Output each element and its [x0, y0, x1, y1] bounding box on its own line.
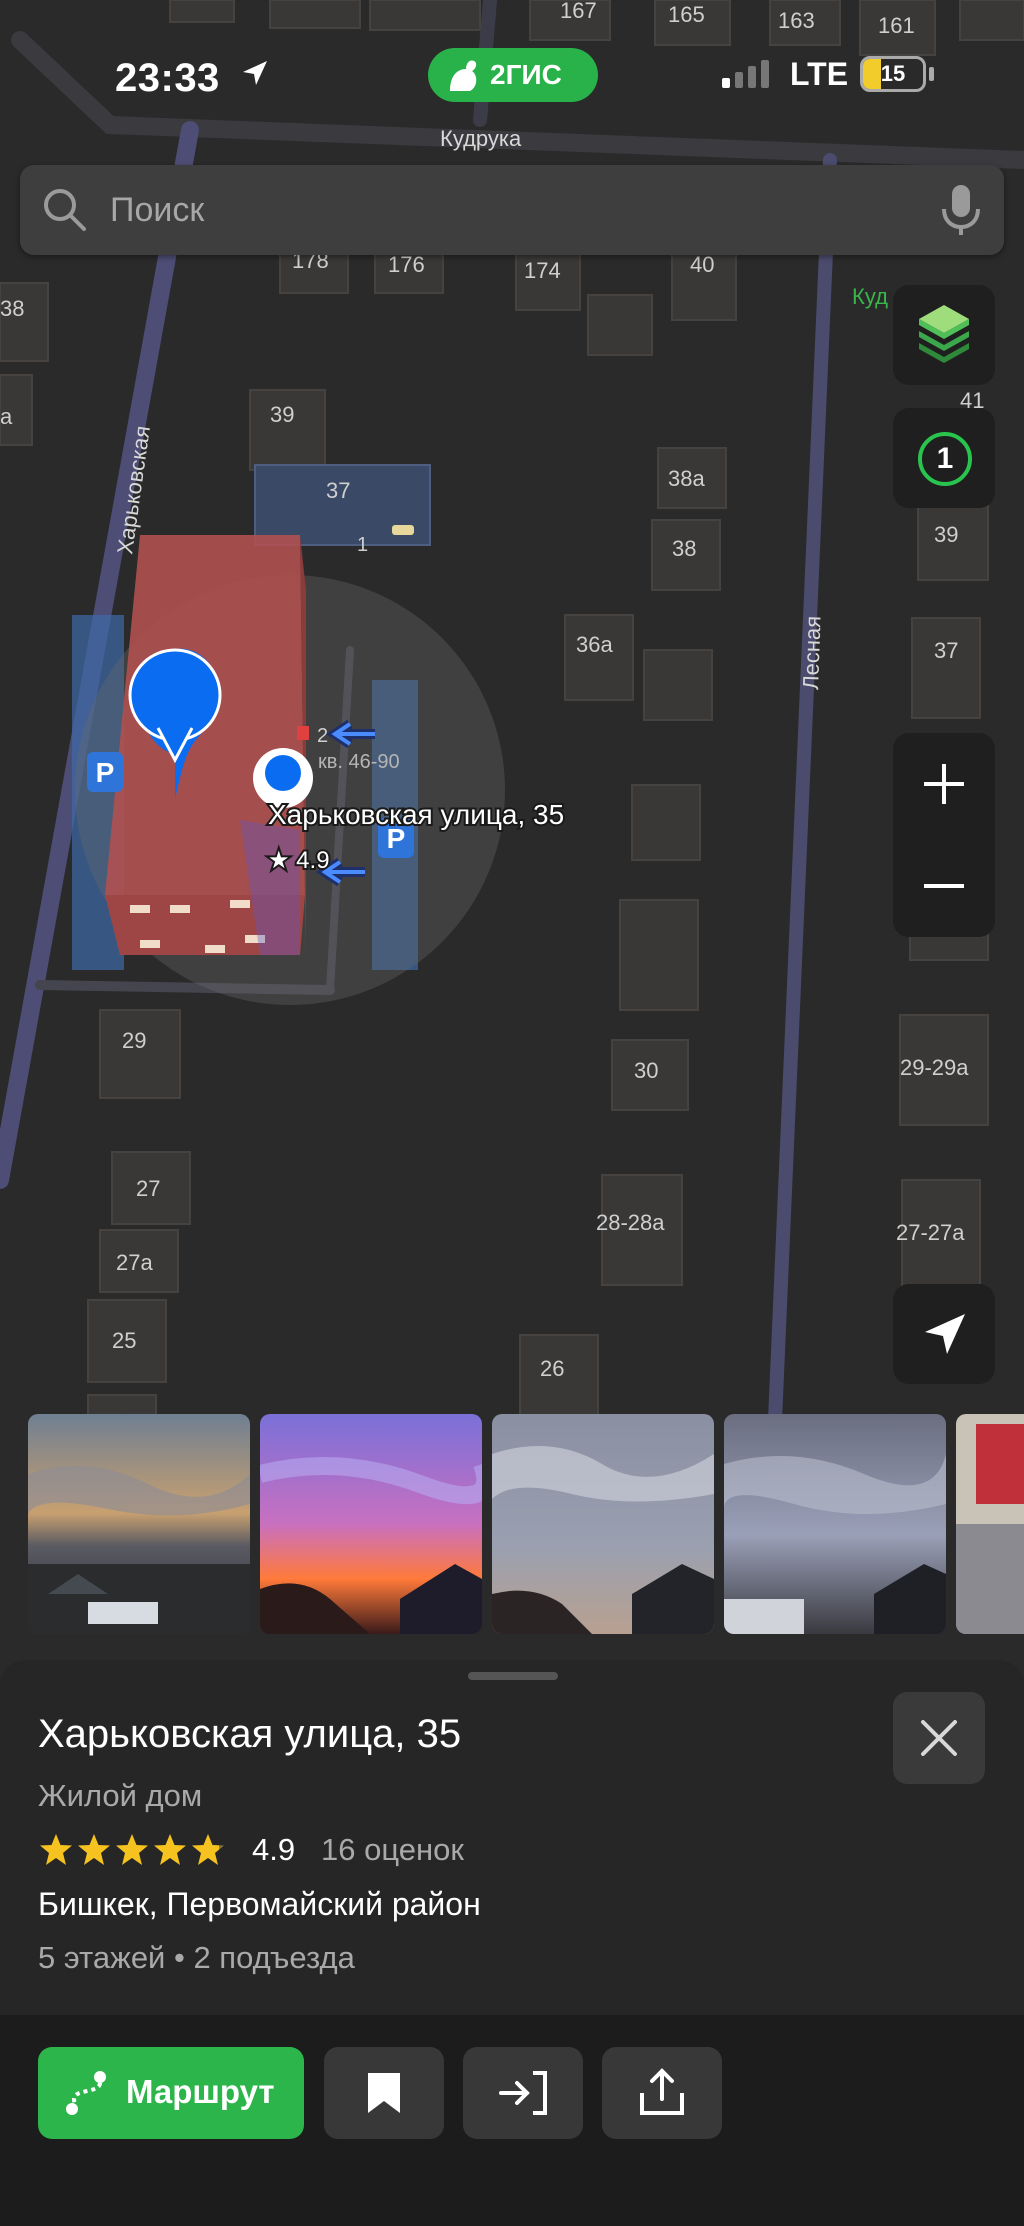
house-number: 30	[634, 1058, 658, 1083]
house-number: 167	[560, 0, 597, 23]
house-number: 27а	[116, 1250, 153, 1275]
house-number: 38а	[668, 466, 705, 491]
status-bar: 23:33 2ГИС LTE 15	[0, 40, 1024, 110]
star-icon	[116, 1834, 148, 1865]
star-icon	[78, 1834, 110, 1865]
photo-thumbnail[interactable]	[260, 1414, 482, 1634]
house-number: 29-29а	[900, 1055, 969, 1080]
search-icon	[40, 185, 90, 240]
entrance-button[interactable]	[463, 2047, 583, 2139]
my-location-button[interactable]	[893, 1284, 995, 1384]
place-type: Жилой дом	[38, 1778, 203, 1813]
street-label: Куд	[852, 284, 888, 309]
route-button[interactable]: Маршрут	[38, 2047, 304, 2139]
microphone-icon[interactable]	[938, 183, 984, 242]
share-icon	[638, 2067, 686, 2122]
share-button[interactable]	[602, 2047, 722, 2139]
svg-text:P: P	[96, 757, 115, 788]
house-number: 163	[778, 8, 815, 33]
house-number: 36а	[576, 632, 613, 657]
route-icon	[60, 2067, 112, 2124]
close-button[interactable]	[893, 1692, 985, 1784]
house-number: 165	[668, 2, 705, 27]
floor-number: 1	[918, 432, 972, 486]
close-icon	[920, 1719, 958, 1762]
bookmark-icon	[366, 2071, 402, 2120]
layers-icon	[913, 303, 975, 372]
photo-thumbnail[interactable]	[28, 1414, 250, 1634]
location-arrow-icon	[240, 58, 270, 93]
brand-name: 2ГИС	[490, 59, 562, 90]
action-bar: Маршрут	[0, 2015, 1024, 2226]
brand-badge[interactable]: 2ГИС	[428, 48, 598, 102]
house-number: 25	[112, 1328, 136, 1353]
place-address: Бишкек, Первомайский район	[38, 1886, 481, 1922]
photo-thumbnail[interactable]	[492, 1414, 714, 1634]
battery-level: 15	[880, 61, 906, 86]
review-count[interactable]: 16 оценок	[321, 1832, 464, 1868]
house-number: 27	[136, 1176, 160, 1201]
signal-icon	[722, 58, 778, 93]
star-icon	[192, 1834, 224, 1865]
entrance-number: 2	[317, 725, 328, 747]
house-number: 39	[270, 402, 294, 427]
photo-thumbnail[interactable]	[956, 1414, 1024, 1634]
house-number: 29	[122, 1028, 146, 1053]
minus-icon	[920, 862, 968, 915]
zoom-in-button[interactable]	[893, 733, 995, 835]
floor-button[interactable]: 1	[893, 408, 995, 508]
layers-button[interactable]	[893, 285, 995, 385]
house-number: 26	[540, 1356, 564, 1381]
selected-address-label: Харьковская улица, 35	[268, 799, 564, 830]
battery-icon: 15	[860, 56, 926, 92]
star-rating	[38, 1830, 238, 1875]
house-number: а	[0, 404, 13, 429]
place-card: Харьковская улица, 35 Жилой дом 4.9 16 о…	[0, 1660, 1024, 2226]
search-bar[interactable]	[20, 165, 1004, 255]
clock: 23:33	[115, 56, 220, 100]
search-input[interactable]	[108, 183, 872, 237]
house-number: 161	[878, 13, 915, 38]
sheet-handle[interactable]	[468, 1672, 558, 1680]
house-number: 39	[934, 522, 958, 547]
house-number: 38	[672, 536, 696, 561]
house-number: 174	[524, 258, 561, 283]
house-number: 28-28а	[596, 1210, 665, 1235]
entrance-marker	[297, 726, 309, 740]
brand-logo-icon	[444, 57, 484, 98]
star-icon	[154, 1834, 186, 1865]
house-number: 37	[934, 638, 958, 663]
battery-tip	[929, 67, 934, 81]
route-label: Маршрут	[126, 2073, 275, 2110]
place-title: Харьковская улица, 35	[38, 1712, 462, 1756]
star-icon	[40, 1834, 72, 1865]
house-number: 40	[690, 252, 714, 277]
plus-icon	[920, 760, 968, 813]
zoom-out-button[interactable]	[893, 835, 995, 937]
building-light	[392, 525, 414, 535]
house-number: 27-27а	[896, 1220, 965, 1245]
photo-gallery[interactable]	[28, 1414, 1024, 1636]
house-number: 176	[388, 252, 425, 277]
photo-thumbnail[interactable]	[724, 1414, 946, 1634]
house-number: 37	[326, 478, 350, 503]
place-details: 5 этажей • 2 подъезда	[38, 1940, 355, 1975]
street-label: Кудрука	[440, 126, 522, 151]
parking-sign: P	[87, 752, 123, 792]
zoom-controls	[893, 733, 995, 937]
entrance-number: 1	[357, 534, 368, 556]
street-label: Лесная	[798, 615, 826, 690]
apartment-range: кв. 46-90	[318, 751, 400, 773]
selected-building[interactable]	[105, 535, 306, 955]
entrance-icon	[499, 2069, 549, 2122]
navigation-icon	[923, 1312, 967, 1361]
rating-value: 4.9	[252, 1832, 296, 1867]
house-number: 38	[0, 296, 24, 321]
selected-rating-label: ★ 4.9	[268, 847, 330, 874]
bookmark-button[interactable]	[324, 2047, 444, 2139]
network-type: LTE	[790, 56, 849, 92]
